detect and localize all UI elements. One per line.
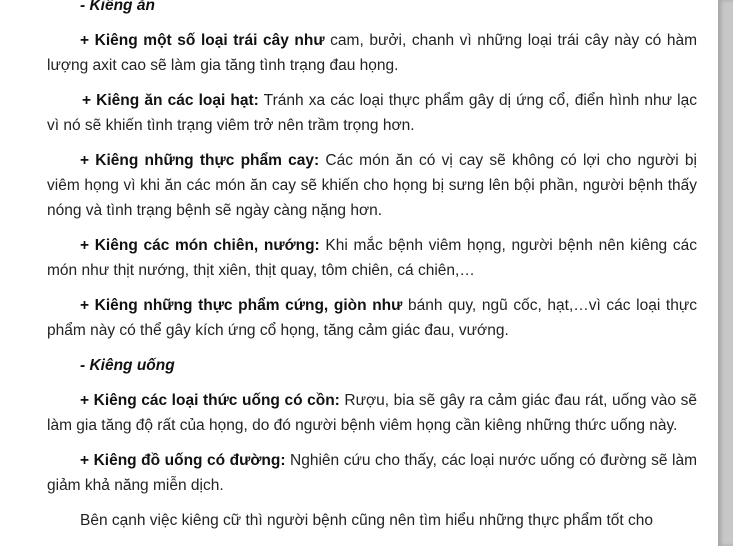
list-item: + Kiêng các món chiên, nướng: Khi mắc bệ… — [47, 233, 697, 283]
item-lead: + Kiêng đồ uống có đường: — [80, 452, 286, 469]
document-page: - Kiêng ăn + Kiêng một số loại trái cây … — [0, 0, 718, 546]
list-item: + Kiêng đồ uống có đường: Nghiên cứu cho… — [47, 448, 697, 498]
list-item: + Kiêng những thực phẩm cay: Các món ăn … — [47, 148, 697, 223]
section-heading-food: - Kiêng ăn — [80, 0, 155, 14]
viewer-gutter — [718, 0, 733, 546]
item-lead: + Kiêng các loại thức uống có cồn: — [80, 392, 340, 409]
item-lead: + Kiêng các món chiên, nướng: — [80, 237, 320, 254]
item-lead: + Kiêng những thực phẩm cứng, giòn như — [80, 297, 403, 314]
list-item: + Kiêng một số loại trái cây như cam, bư… — [47, 28, 697, 78]
section-heading-drink: - Kiêng uống — [80, 357, 175, 374]
closing-paragraph: Bên cạnh việc kiêng cữ thì người bệnh cũ… — [80, 512, 653, 529]
article-content: - Kiêng ăn + Kiêng một số loại trái cây … — [47, 0, 697, 543]
item-lead: + Kiêng một số loại trái cây như — [80, 32, 325, 49]
list-item: + Kiêng ăn các loại hạt: Tránh xa các lo… — [47, 88, 697, 138]
list-item: + Kiêng những thực phẩm cứng, giòn như b… — [47, 293, 697, 343]
list-item: + Kiêng các loại thức uống có cồn: Rượu,… — [47, 388, 697, 438]
item-lead: + Kiêng ăn các loại hạt: — [82, 92, 259, 109]
item-lead: + Kiêng những thực phẩm cay: — [80, 152, 320, 169]
